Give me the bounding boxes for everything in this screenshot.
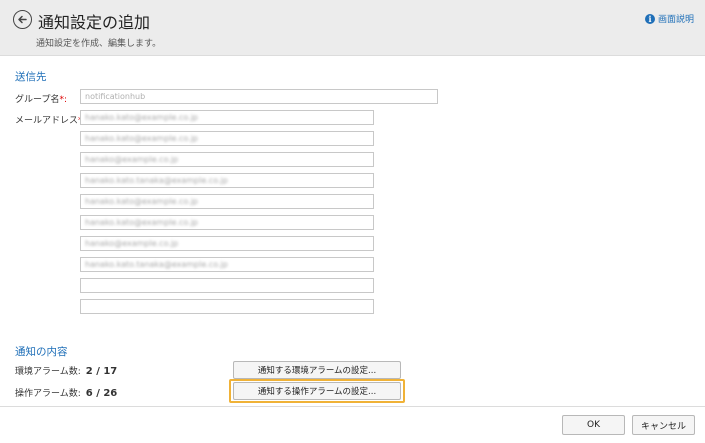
env-alarm-value: 2 / 17 <box>85 366 118 377</box>
op-alarm-label: 操作アラーム数: <box>15 389 81 399</box>
recipients-section-title: 送信先 <box>15 71 47 83</box>
env-alarm-label: 環境アラーム数: <box>15 367 81 377</box>
op-alarm-settings-button[interactable]: 通知する操作アラームの設定... <box>233 382 401 400</box>
cancel-button[interactable]: キャンセル <box>632 415 695 435</box>
group-name-label: グループ名*: <box>15 95 68 105</box>
notification-section-title: 通知の内容 <box>15 346 68 358</box>
op-alarm-value: 6 / 26 <box>85 388 118 399</box>
email-field[interactable]: hanako.kato@example.co.jp <box>80 215 374 230</box>
dialog-footer: OK キャンセル <box>0 406 705 443</box>
arrow-left-icon <box>18 15 27 24</box>
page-header: 通知設定の追加 通知設定を作成、編集します。 i 画面説明 <box>0 0 705 56</box>
email-label: メールアドレス*: <box>15 113 86 126</box>
email-field[interactable]: hanako.kato@example.co.jp <box>80 131 374 146</box>
env-alarm-settings-button[interactable]: 通知する環境アラームの設定... <box>233 361 401 379</box>
page-subtitle: 通知設定を作成、編集します。 <box>36 39 162 49</box>
required-mark: *: <box>59 95 68 105</box>
help-label: 画面説明 <box>657 15 694 25</box>
back-button[interactable] <box>13 10 32 29</box>
email-field[interactable]: hanako.kato@example.co.jp <box>80 194 374 209</box>
env-alarm-count: 環境アラーム数: 2 / 17 <box>15 364 117 377</box>
info-icon: i <box>644 13 655 24</box>
email-field[interactable]: hanako@example.co.jp <box>80 152 374 167</box>
ok-button[interactable]: OK <box>562 415 625 435</box>
email-field[interactable] <box>80 278 374 293</box>
page-title: 通知設定の追加 <box>38 13 151 32</box>
email-field[interactable]: hanako.kato.tanaka@example.co.jp <box>80 173 374 188</box>
email-field[interactable]: hanako.kato.tanaka@example.co.jp <box>80 257 374 272</box>
op-alarm-count: 操作アラーム数: 6 / 26 <box>15 386 117 399</box>
help-link[interactable]: i 画面説明 <box>644 12 694 25</box>
group-name-input[interactable] <box>80 89 438 104</box>
email-field[interactable]: hanako.kato@example.co.jp <box>80 110 374 125</box>
email-field[interactable] <box>80 299 374 314</box>
email-field[interactable]: hanako@example.co.jp <box>80 236 374 251</box>
